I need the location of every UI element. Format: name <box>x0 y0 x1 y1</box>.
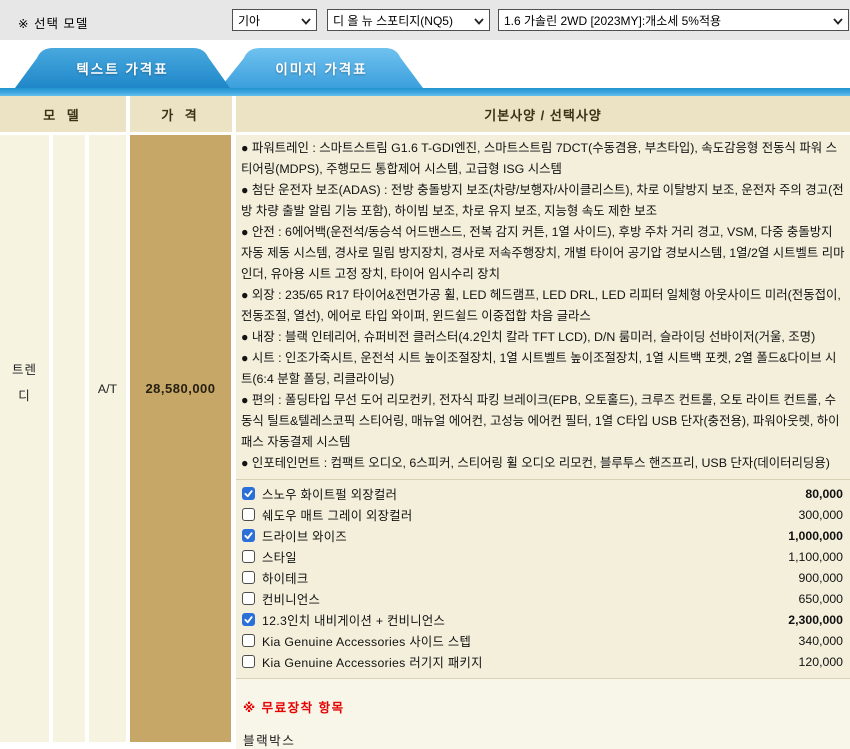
header-spec: 기본사양 / 선택사양 <box>236 96 850 132</box>
option-checkbox[interactable] <box>242 571 255 584</box>
option-checkbox[interactable] <box>242 655 255 668</box>
free-items-section: ※ 무료장착 항목 블랙박스 <box>236 678 850 749</box>
chevron-down-icon <box>833 18 843 25</box>
option-row[interactable]: 스노우 화이트펄 외장컬러 80,000 <box>241 483 845 504</box>
option-price: 2,300,000 <box>788 613 845 627</box>
free-items-title: ※ 무료장착 항목 <box>243 697 850 716</box>
spec-item-powertrain: ● 파워트레인 : 스마트스트림 G1.6 T-GDI엔진, 스마트스트림 7D… <box>241 138 846 180</box>
option-checkbox[interactable] <box>242 529 255 542</box>
option-checkbox[interactable] <box>242 550 255 563</box>
option-row[interactable]: 12.3인치 내비게이션 + 컨비니언스 2,300,000 <box>241 609 845 630</box>
option-row[interactable]: Kia Genuine Accessories 러기지 패키지 120,000 <box>241 651 845 672</box>
option-price: 300,000 <box>799 508 845 522</box>
option-row[interactable]: 드라이브 와이즈 1,000,000 <box>241 525 845 546</box>
option-row[interactable]: Kia Genuine Accessories 사이드 스텝 340,000 <box>241 630 845 651</box>
spec-item-seat: ● 시트 : 인조가죽시트, 운전석 시트 높이조절장치, 1열 시트벨트 높이… <box>241 348 846 390</box>
spec-item-safety: ● 안전 : 6에어백(운전석/동승석 어드밴스드, 전복 감지 커튼, 1열 … <box>241 222 846 285</box>
transmission-value: A/T <box>89 382 126 396</box>
option-checkbox[interactable] <box>242 613 255 626</box>
option-label: 스타일 <box>262 548 297 566</box>
price-cell: 28,580,000 <box>130 135 231 742</box>
model-select-value: 디 올 뉴 스포티지(NQ5) <box>333 12 453 29</box>
option-label: Kia Genuine Accessories 사이드 스텝 <box>262 632 471 650</box>
price-value: 28,580,000 <box>130 381 231 396</box>
option-price: 1,100,000 <box>788 550 845 564</box>
header-price: 가 격 <box>130 96 232 132</box>
spec-item-adas: ● 첨단 운전자 보조(ADAS) : 전방 충돌방지 보조(차량/보행자/사이… <box>241 180 846 222</box>
selector-label: ※ 선택 모델 <box>18 13 88 32</box>
tab-image-price-label: 이미지 가격표 <box>220 48 423 88</box>
check-icon <box>243 530 254 541</box>
check-icon <box>243 614 254 625</box>
empty-subcolumn-cell <box>53 135 85 742</box>
tab-text-price-label: 텍스트 가격표 <box>15 48 230 88</box>
option-label: 컨비니언스 <box>262 590 320 608</box>
spec-item-convenience: ● 편의 : 폴딩타입 무선 도어 리모컨키, 전자식 파킹 브레이크(EPB,… <box>241 390 846 453</box>
trim-name: 트렌디 <box>0 357 49 409</box>
option-list: 스노우 화이트펄 외장컬러 80,000 쉐도우 매트 그레이 외장컬러 300… <box>236 479 850 672</box>
spec-item-infotainment: ● 인포테인먼트 : 컴팩트 오디오, 6스피커, 스티어링 휠 오디오 리모컨… <box>241 453 846 474</box>
option-price: 120,000 <box>799 655 845 669</box>
trim-select-value: 1.6 가솔린 2WD [2023MY]:개소세 5%적용 <box>504 12 721 29</box>
model-selector-bar: ※ 선택 모델 기아 디 올 뉴 스포티지(NQ5) 1.6 가솔린 2WD [… <box>0 0 850 40</box>
chevron-down-icon <box>301 18 311 25</box>
chevron-down-icon <box>474 18 484 25</box>
option-label: 스노우 화이트펄 외장컬러 <box>262 485 397 503</box>
option-row[interactable]: 컨비니언스 650,000 <box>241 588 845 609</box>
option-price: 900,000 <box>799 571 845 585</box>
option-checkbox[interactable] <box>242 487 255 500</box>
model-select[interactable]: 디 올 뉴 스포티지(NQ5) <box>327 9 490 31</box>
option-row[interactable]: 하이테크 900,000 <box>241 567 845 588</box>
option-price: 80,000 <box>805 487 845 501</box>
tab-image-price-table[interactable]: 이미지 가격표 <box>220 48 423 88</box>
spec-cell: ● 파워트레인 : 스마트스트림 G1.6 T-GDI엔진, 스마트스트림 7D… <box>236 135 850 742</box>
option-label: Kia Genuine Accessories 러기지 패키지 <box>262 653 483 671</box>
option-checkbox[interactable] <box>242 508 255 521</box>
option-price: 650,000 <box>799 592 845 606</box>
base-spec-list: ● 파워트레인 : 스마트스트림 G1.6 T-GDI엔진, 스마트스트림 7D… <box>236 135 850 474</box>
option-checkbox[interactable] <box>242 592 255 605</box>
option-label: 드라이브 와이즈 <box>262 527 347 545</box>
trim-select[interactable]: 1.6 가솔린 2WD [2023MY]:개소세 5%적용 <box>498 9 849 31</box>
check-icon <box>243 488 254 499</box>
option-price: 1,000,000 <box>788 529 845 543</box>
spec-item-interior: ● 내장 : 블랙 인테리어, 슈퍼비전 클러스터(4.2인치 칼라 TFT L… <box>241 327 846 348</box>
option-row[interactable]: 스타일 1,100,000 <box>241 546 845 567</box>
spec-item-exterior: ● 외장 : 235/65 R17 타이어&전면가공 휠, LED 헤드램프, … <box>241 285 846 327</box>
brand-select[interactable]: 기아 <box>232 9 317 31</box>
option-row[interactable]: 쉐도우 매트 그레이 외장컬러 300,000 <box>241 504 845 525</box>
price-table: 모 델 가 격 기본사양 / 선택사양 트렌디 A/T 28,580,000 ●… <box>0 96 850 742</box>
trim-name-cell: 트렌디 <box>0 135 49 742</box>
option-checkbox[interactable] <box>242 634 255 647</box>
option-label: 쉐도우 매트 그레이 외장컬러 <box>262 506 413 524</box>
free-item: 블랙박스 <box>243 730 850 749</box>
option-label: 하이테크 <box>262 569 308 587</box>
option-label: 12.3인치 내비게이션 + 컨비니언스 <box>262 611 445 629</box>
transmission-cell: A/T <box>89 135 126 742</box>
tab-underline-bar <box>0 88 850 96</box>
option-price: 340,000 <box>799 634 845 648</box>
brand-select-value: 기아 <box>238 12 260 29</box>
tab-text-price-table[interactable]: 텍스트 가격표 <box>15 48 230 88</box>
header-model: 모 델 <box>0 96 126 132</box>
